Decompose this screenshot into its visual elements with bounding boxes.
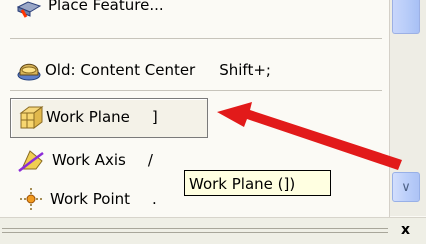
resize-grip[interactable] bbox=[2, 228, 388, 234]
tooltip: Work Plane (]) bbox=[184, 170, 331, 196]
annotation-arrow bbox=[217, 102, 402, 170]
close-icon[interactable]: x bbox=[401, 222, 410, 238]
tool-panel: ∨ Place Feature... Old: Content Center S… bbox=[0, 0, 426, 244]
